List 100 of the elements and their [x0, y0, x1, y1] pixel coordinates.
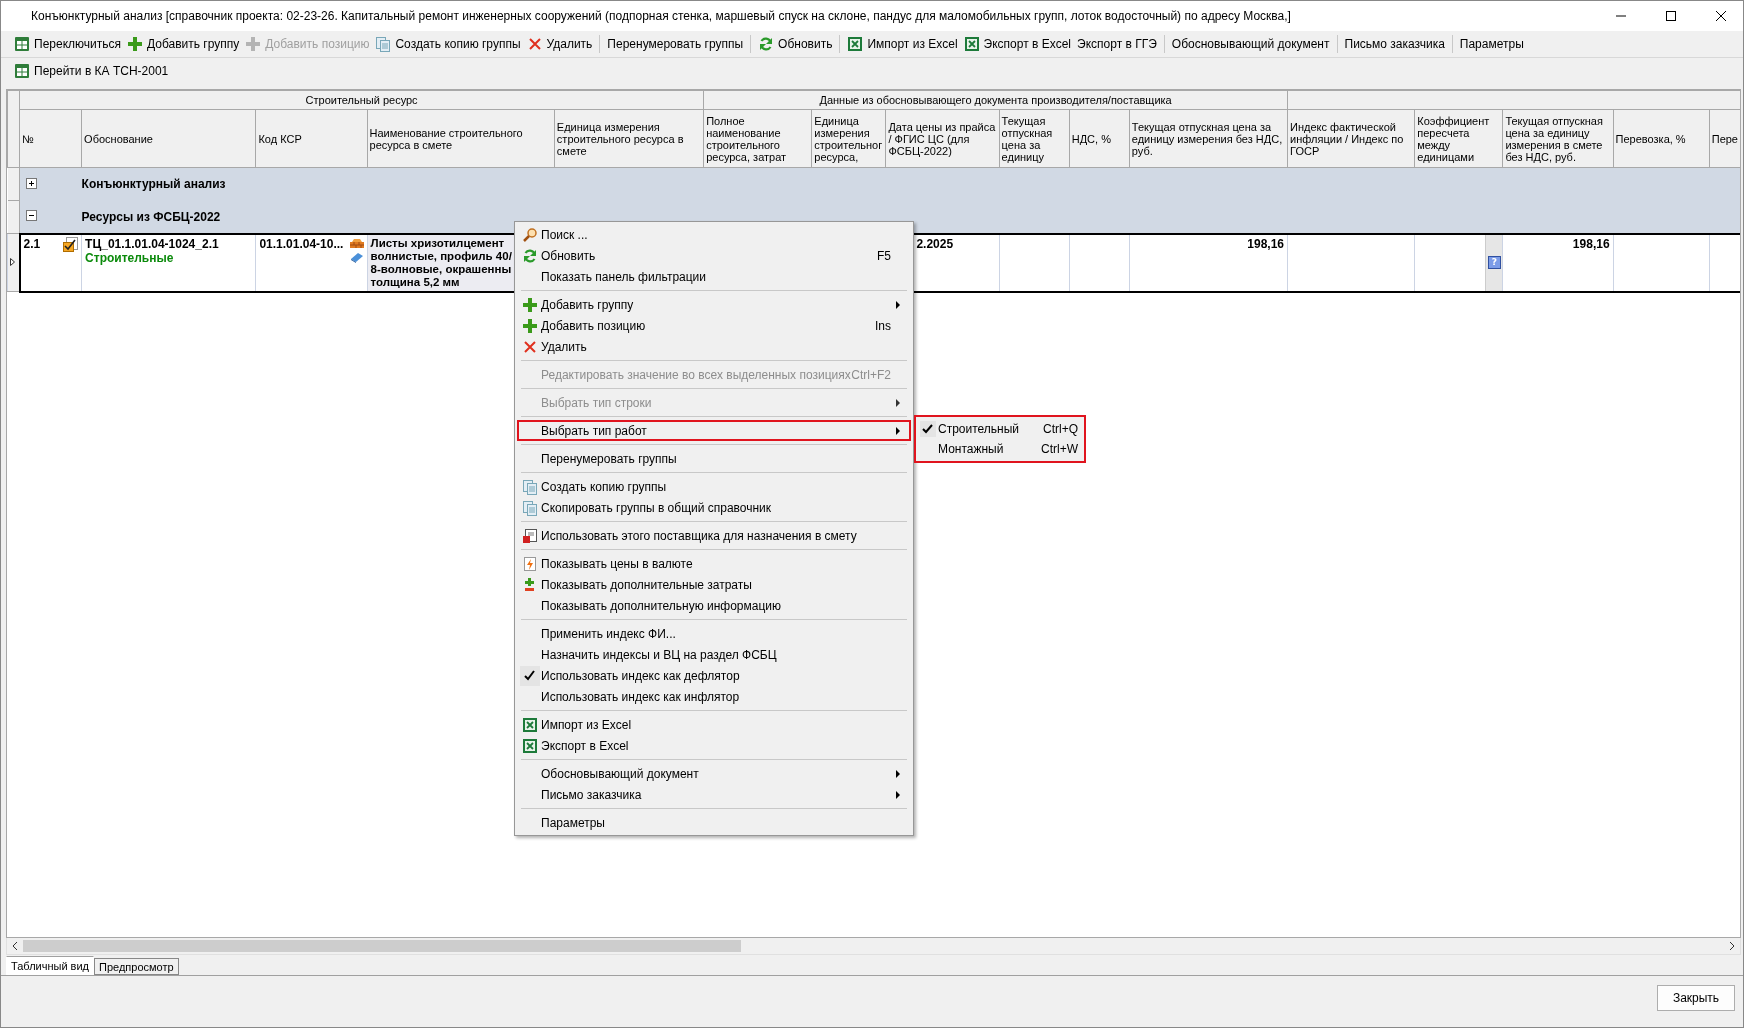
checkmark-icon: [920, 421, 936, 437]
plus-icon: [245, 36, 262, 52]
column-header[interactable]: №: [19, 109, 82, 168]
scrollbar-thumb[interactable]: [23, 940, 741, 952]
column-group-header: Данные из обосновывающего документа производителя/поставщика: [703, 90, 1288, 110]
shortcut-label: F5: [877, 248, 892, 263]
menu-item[interactable]: Импорт из Excel: [517, 714, 911, 735]
expand-icon[interactable]: [26, 177, 37, 189]
menu-item[interactable]: Показывать дополнительную информацию: [517, 595, 911, 616]
menu-item[interactable]: Добавить позицию Ins: [517, 315, 911, 336]
work-type-label: Строительные: [85, 250, 174, 265]
column-header[interactable]: НДС, %: [1069, 109, 1130, 168]
menu-item[interactable]: Показывать цены в валюте: [517, 553, 911, 574]
column-header[interactable]: Единица измерения строительного ресурса в смете: [554, 109, 704, 168]
scroll-right-icon: [1728, 941, 1736, 951]
column-header[interactable]: Пере: [1709, 109, 1740, 168]
row-pointer-icon: [9, 256, 18, 267]
toolbar-button[interactable]: Экспорт в Excel: [960, 33, 1075, 55]
menu-item[interactable]: Добавить группу: [517, 294, 911, 315]
column-header[interactable]: Текущая отпускная цена за единицу измерения без НДС, руб.: [1129, 109, 1288, 168]
maximize-icon: [1665, 10, 1677, 22]
column-header[interactable]: Код КСР: [255, 109, 368, 168]
view-tab[interactable]: Табличный вид: [6, 956, 95, 975]
menu-item[interactable]: Поиск ...: [517, 224, 911, 245]
shortcut-label: Ctrl+Q: [1043, 422, 1079, 436]
column-header[interactable]: Единица измерения строительног ресурса,: [811, 109, 886, 168]
close-icon: [1715, 10, 1727, 22]
toolbar-button[interactable]: Обновить: [755, 33, 836, 55]
menu-item[interactable]: Экспорт в Excel: [517, 735, 911, 756]
spreadsheet-icon: [522, 716, 538, 733]
toolbar-button[interactable]: Письмо заказчика: [1341, 33, 1448, 55]
menu-item[interactable]: Использовать индекс как дефлятор: [517, 665, 911, 686]
spreadsheet-icon: [847, 36, 864, 52]
search-icon: [522, 226, 538, 243]
plus-icon: [522, 317, 538, 334]
toolbar-button[interactable]: Создать копию группы: [372, 33, 524, 55]
column-group-header: Строительный ресурс: [19, 90, 704, 110]
menu-item[interactable]: Показывать дополнительные затраты: [517, 574, 911, 595]
menu-item[interactable]: Использовать этого поставщика для назначения в смету: [517, 525, 911, 546]
menu-item[interactable]: Монтажный Ctrl+W: [918, 439, 1082, 459]
group-label[interactable]: Конъюнктурный анализ: [81, 177, 226, 192]
menu-item[interactable]: Обосновывающий документ: [517, 763, 911, 784]
column-header[interactable]: Дата цены из прайса / ФГИС ЦС (для ФСБЦ-2022): [885, 109, 1000, 168]
column-header[interactable]: Текущая отпускная цена за единицу: [999, 109, 1070, 168]
delete-icon: [522, 338, 538, 355]
submenu-arrow-icon: [895, 769, 901, 778]
menu-item[interactable]: Параметры: [517, 812, 911, 833]
plus-icon: [522, 296, 538, 313]
copy-icon: [375, 36, 392, 52]
menu-item[interactable]: Показать панель фильтрации: [517, 266, 911, 287]
submenu-arrow-icon: [895, 300, 901, 309]
horizontal-scrollbar[interactable]: [6, 938, 1741, 955]
shortcut-label: Ctrl+F2: [851, 367, 892, 382]
column-header[interactable]: Индекс фактической инфляции / Индекс по ГОСР: [1287, 109, 1415, 168]
menu-item[interactable]: Использовать индекс как инфлятор: [517, 686, 911, 707]
column-header[interactable]: Текущая отпускная цена за единицу измерения в смете без НДС, руб.: [1502, 109, 1614, 168]
table-cell-text: 198,16: [1246, 235, 1286, 251]
menu-item[interactable]: Применить индекс ФИ...: [517, 623, 911, 644]
menu-item[interactable]: Выбрать тип работ: [517, 420, 911, 441]
close-button[interactable]: Закрыть: [1657, 985, 1735, 1011]
menu-item[interactable]: Строительный Ctrl+Q: [918, 419, 1082, 439]
column-header[interactable]: Наименование строительного ресурса в смете: [367, 109, 555, 168]
column-header[interactable]: Перевозка, %: [1613, 109, 1710, 168]
plus-icon: [127, 36, 143, 52]
toolbar-button[interactable]: Удалить: [523, 33, 596, 55]
view-tab[interactable]: Предпросмотр: [94, 958, 179, 975]
menu-item[interactable]: Удалить: [517, 336, 911, 357]
book-icon: [348, 250, 365, 263]
collapse-icon[interactable]: [26, 210, 37, 221]
scroll-left-icon: [11, 941, 19, 951]
window-title: Конъюнктурный анализ [справочник проекта: 02-23-26. Капитальный ремонт инженерных сооружений (подпорная стенка, маршевый спуск на склоне, пандус для маломобильных групп, лоток водосточный) по адресу Москва,]: [31, 9, 1292, 23]
lightning-page-icon: [522, 555, 538, 572]
refresh-icon: [758, 36, 775, 52]
toolbar-button[interactable]: Переключиться: [11, 33, 124, 55]
submenu-arrow-icon: [895, 790, 901, 799]
submenu-arrow-icon: [895, 398, 901, 407]
column-header[interactable]: Полное наименование строительного ресурса, затрат: [703, 109, 812, 168]
toolbar-button[interactable]: Обосновывающий документ: [1168, 33, 1333, 55]
table-cell-text: 2.2025: [915, 235, 954, 251]
menu-item[interactable]: Назначить индексы и ВЦ на раздел ФСБЦ: [517, 644, 911, 665]
toolbar-button[interactable]: Импорт из Excel: [844, 33, 961, 55]
column-header[interactable]: Коэффициент пересчета между единицами: [1414, 109, 1503, 168]
toolbar-button[interactable]: Перенумеровать группы: [604, 33, 747, 55]
toolbar-button[interactable]: Параметры: [1456, 33, 1527, 55]
group-label[interactable]: Ресурсы из ФСБЦ-2022: [81, 209, 221, 224]
toolbar-button[interactable]: Перейти в КА ТСН-2001: [11, 60, 172, 82]
brick-icon: [348, 236, 365, 249]
delete-icon: [526, 36, 543, 52]
menu-item[interactable]: Письмо заказчика: [517, 784, 911, 805]
menu-item[interactable]: Скопировать группы в общий справочник: [517, 497, 911, 518]
toolbar-button[interactable]: Экспорт в ГГЭ: [1074, 33, 1160, 55]
menu-item[interactable]: Обновить F5: [517, 245, 911, 266]
toolbar-button[interactable]: Добавить группу: [124, 33, 243, 55]
copy-icon: [522, 478, 538, 495]
shortcut-label: Ins: [875, 318, 892, 333]
submenu-arrow-icon: [895, 426, 901, 435]
menu-item[interactable]: Создать копию группы: [517, 476, 911, 497]
column-header[interactable]: Обоснование: [81, 109, 256, 168]
menu-item[interactable]: Перенумеровать группы: [517, 448, 911, 469]
table-cell-text: ТЦ_01.1.01.04-1024_2.1: [85, 236, 220, 251]
